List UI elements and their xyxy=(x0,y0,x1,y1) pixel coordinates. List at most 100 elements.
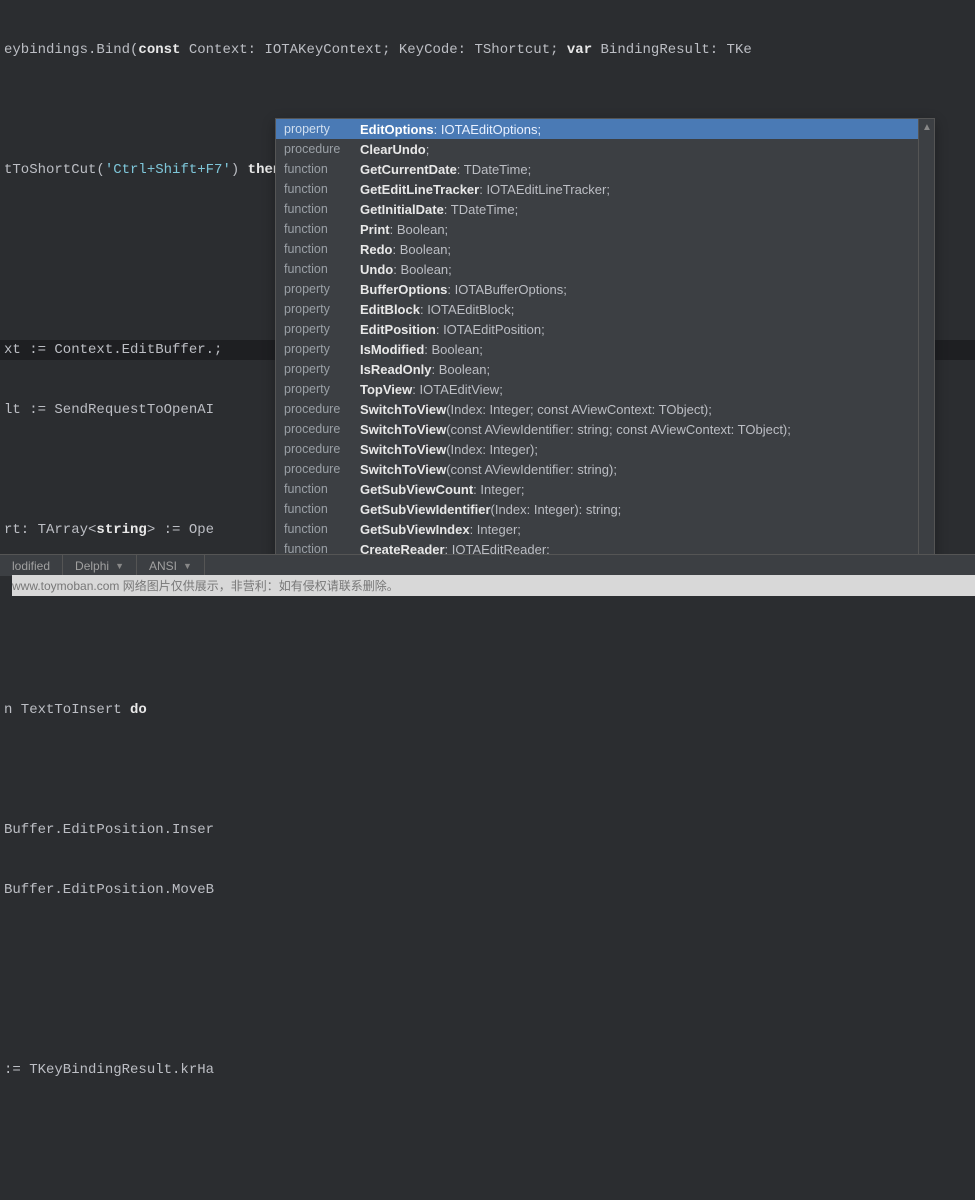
completion-name: GetCurrentDate xyxy=(360,162,457,177)
completion-name: GetEditLineTracker xyxy=(360,182,479,197)
completion-item[interactable]: procedureSwitchToView (const AViewIdenti… xyxy=(276,459,934,479)
completion-item[interactable]: propertyEditBlock: IOTAEditBlock; xyxy=(276,299,934,319)
completion-signature: : IOTAEditBlock; xyxy=(420,302,514,317)
completion-name: EditBlock xyxy=(360,302,420,317)
watermark: www.toymoban.com 网络图片仅供展示，非营利：如有侵权请联系删除。 xyxy=(12,575,975,596)
completion-kind: property xyxy=(284,342,360,356)
completion-signature: (Index: Integer; const AViewContext: TOb… xyxy=(446,402,712,417)
completion-signature: : Boolean; xyxy=(393,242,452,257)
completion-signature: ; xyxy=(426,142,430,157)
completion-name: Print xyxy=(360,222,390,237)
completion-kind: property xyxy=(284,322,360,336)
completion-name: EditPosition xyxy=(360,322,436,337)
completion-signature: (Index: Integer); xyxy=(446,442,538,457)
code-line xyxy=(0,1180,975,1200)
completion-kind: property xyxy=(284,302,360,316)
completion-item[interactable]: functionGetSubViewIndex: Integer; xyxy=(276,519,934,539)
completion-kind: function xyxy=(284,182,360,196)
completion-item[interactable]: functionGetCurrentDate: TDateTime; xyxy=(276,159,934,179)
code-line xyxy=(0,640,975,660)
completion-item[interactable]: propertyEditOptions: IOTAEditOptions; xyxy=(276,119,934,139)
code-line xyxy=(0,760,975,780)
code-line: Buffer.EditPosition.MoveB xyxy=(0,880,975,900)
code-line xyxy=(0,1120,975,1140)
completion-item[interactable]: functionGetInitialDate: TDateTime; xyxy=(276,199,934,219)
completion-name: SwitchToView xyxy=(360,462,446,477)
completion-name: IsReadOnly xyxy=(360,362,432,377)
completion-signature: : IOTAEditLineTracker; xyxy=(479,182,610,197)
completion-signature: : TDateTime; xyxy=(457,162,531,177)
completion-signature: : Boolean; xyxy=(393,262,452,277)
completion-item[interactable]: propertyIsReadOnly: Boolean; xyxy=(276,359,934,379)
completion-item[interactable]: functionGetEditLineTracker: IOTAEditLine… xyxy=(276,179,934,199)
code-line xyxy=(0,940,975,960)
completion-kind: property xyxy=(284,382,360,396)
code-line: n TextToInsert do xyxy=(0,700,975,720)
completion-signature: (const AViewIdentifier: string); xyxy=(446,462,617,477)
completion-kind: property xyxy=(284,282,360,296)
completion-kind: function xyxy=(284,242,360,256)
chevron-down-icon: ▼ xyxy=(183,561,192,571)
completion-item[interactable]: propertyTopView: IOTAEditView; xyxy=(276,379,934,399)
completion-name: GetInitialDate xyxy=(360,202,444,217)
completion-item[interactable]: procedureSwitchToView (const AViewIdenti… xyxy=(276,419,934,439)
completion-kind: function xyxy=(284,202,360,216)
scroll-up-icon[interactable]: ▲ xyxy=(919,119,935,135)
completion-kind: function xyxy=(284,502,360,516)
completion-name: GetSubViewIdentifier xyxy=(360,502,491,517)
status-language[interactable]: Delphi▼ xyxy=(63,555,137,576)
completion-name: Undo xyxy=(360,262,393,277)
completion-name: BufferOptions xyxy=(360,282,447,297)
completion-item[interactable]: procedureClearUndo; xyxy=(276,139,934,159)
code-line: := TKeyBindingResult.krHa xyxy=(0,1060,975,1080)
completion-name: ClearUndo xyxy=(360,142,426,157)
completion-signature: : Integer; xyxy=(470,522,521,537)
completion-item[interactable]: procedureSwitchToView (Index: Integer; c… xyxy=(276,399,934,419)
scrollbar[interactable]: ▲ ▼ xyxy=(918,119,934,577)
completion-item[interactable]: propertyEditPosition: IOTAEditPosition; xyxy=(276,319,934,339)
completion-signature: : Boolean; xyxy=(424,342,483,357)
status-bar: lodified Delphi▼ ANSI▼ xyxy=(0,554,975,576)
completion-kind: function xyxy=(284,222,360,236)
completion-name: SwitchToView xyxy=(360,422,446,437)
completion-signature: (const AViewIdentifier: string; const AV… xyxy=(446,422,791,437)
completion-kind: procedure xyxy=(284,142,360,156)
completion-kind: property xyxy=(284,362,360,376)
completion-name: SwitchToView xyxy=(360,442,446,457)
completion-kind: function xyxy=(284,522,360,536)
completion-kind: function xyxy=(284,162,360,176)
completion-kind: property xyxy=(284,122,360,136)
completion-item[interactable]: propertyBufferOptions: IOTABufferOptions… xyxy=(276,279,934,299)
code-line: Buffer.EditPosition.Inser xyxy=(0,820,975,840)
completion-name: TopView xyxy=(360,382,412,397)
completion-signature: : TDateTime; xyxy=(444,202,518,217)
completion-item[interactable]: functionUndo: Boolean; xyxy=(276,259,934,279)
completion-kind: procedure xyxy=(284,422,360,436)
completion-item[interactable]: functionRedo: Boolean; xyxy=(276,239,934,259)
completion-signature: : Boolean; xyxy=(390,222,449,237)
completion-signature: : IOTABufferOptions; xyxy=(447,282,566,297)
completion-kind: function xyxy=(284,262,360,276)
completion-item[interactable]: propertyIsModified: Boolean; xyxy=(276,339,934,359)
completion-name: GetSubViewIndex xyxy=(360,522,470,537)
completion-name: IsModified xyxy=(360,342,424,357)
completion-popup: propertyEditOptions: IOTAEditOptions;pro… xyxy=(275,118,935,578)
completion-signature: : IOTAEditPosition; xyxy=(436,322,545,337)
completion-item[interactable]: functionPrint: Boolean; xyxy=(276,219,934,239)
completion-name: SwitchToView xyxy=(360,402,446,417)
completion-signature: : IOTAEditOptions; xyxy=(434,122,541,137)
completion-name: GetSubViewCount xyxy=(360,482,473,497)
completion-item[interactable]: functionGetSubViewCount: Integer; xyxy=(276,479,934,499)
chevron-down-icon: ▼ xyxy=(115,561,124,571)
completion-list[interactable]: propertyEditOptions: IOTAEditOptions;pro… xyxy=(276,119,934,577)
status-modified: lodified xyxy=(0,555,63,576)
completion-item[interactable]: procedureSwitchToView (Index: Integer); xyxy=(276,439,934,459)
code-line: eybindings.Bind(const Context: IOTAKeyCo… xyxy=(0,40,975,60)
status-encoding[interactable]: ANSI▼ xyxy=(137,555,205,576)
completion-item[interactable]: functionGetSubViewIdentifier (Index: Int… xyxy=(276,499,934,519)
completion-kind: procedure xyxy=(284,462,360,476)
completion-name: Redo xyxy=(360,242,393,257)
completion-name: EditOptions xyxy=(360,122,434,137)
code-line xyxy=(0,1000,975,1020)
completion-signature: : Boolean; xyxy=(432,362,491,377)
